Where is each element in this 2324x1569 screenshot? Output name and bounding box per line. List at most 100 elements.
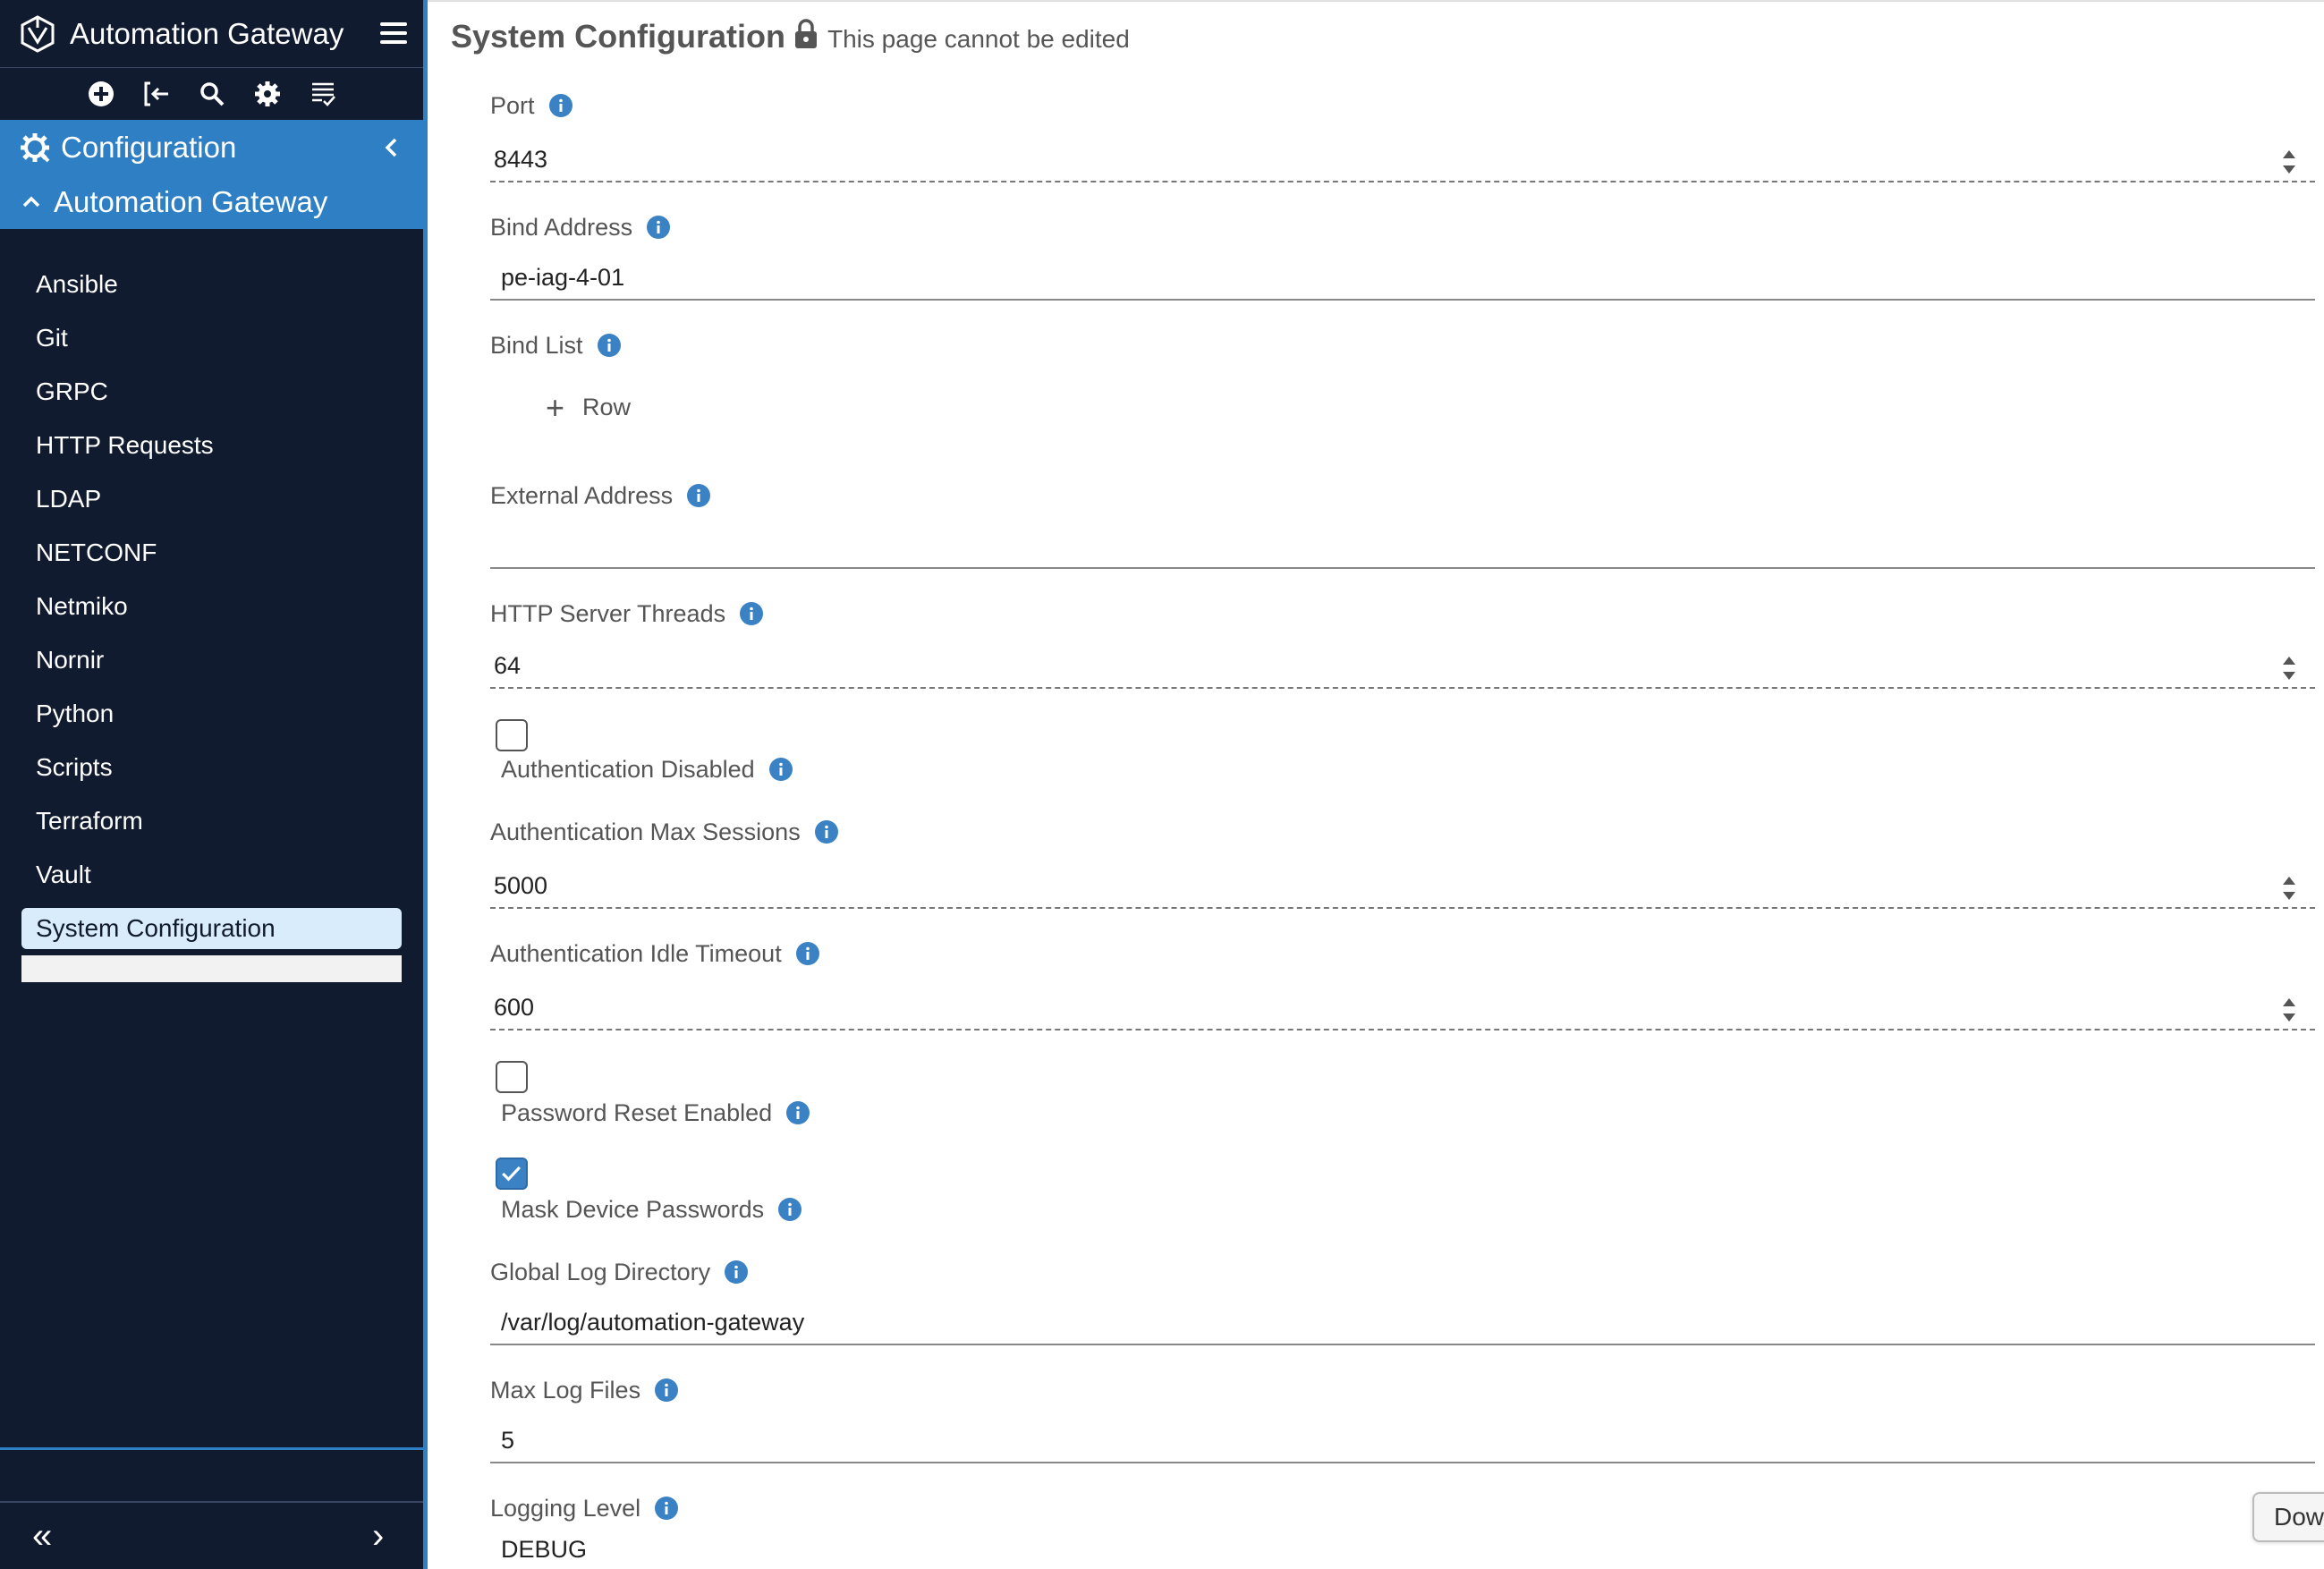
auth-disabled-label: Authentication Disabled bbox=[501, 755, 755, 783]
mask-passwords-row: Mask Device Passwords bbox=[501, 1192, 802, 1227]
lock-icon bbox=[795, 19, 817, 48]
info-icon[interactable] bbox=[548, 94, 573, 117]
auth-idle-timeout-input[interactable]: 600 bbox=[490, 986, 2315, 1030]
add-row-button[interactable]: + Row bbox=[546, 388, 632, 426]
auth-disabled-row: Authentication Disabled bbox=[501, 751, 793, 787]
stepper-icon[interactable] bbox=[2281, 655, 2297, 682]
info-icon[interactable] bbox=[655, 1378, 679, 1402]
port-input[interactable]: 8443 bbox=[490, 138, 2315, 182]
bind-address-label: Bind Address bbox=[490, 213, 633, 241]
download-button[interactable]: Dow bbox=[2252, 1492, 2324, 1542]
log-dir-value: /var/log/automation-gateway bbox=[501, 1308, 805, 1336]
add-row-label: Row bbox=[582, 394, 632, 420]
mask-passwords-label: Mask Device Passwords bbox=[501, 1195, 765, 1223]
http-threads-field: HTTP Server Threads 64 bbox=[490, 596, 2315, 689]
checkmark-icon bbox=[502, 1166, 522, 1182]
port-value: 8443 bbox=[494, 145, 548, 173]
auth-max-sessions-label: Authentication Max Sessions bbox=[490, 818, 801, 845]
stepper-icon[interactable] bbox=[2281, 997, 2297, 1023]
info-icon[interactable] bbox=[814, 820, 838, 844]
sidebar-item-ldap[interactable]: LDAP bbox=[0, 472, 423, 526]
bind-address-input[interactable]: pe-iag-4-01 bbox=[490, 256, 2315, 301]
app-title: Automation Gateway bbox=[70, 16, 344, 50]
external-address-label: External Address bbox=[490, 481, 674, 509]
bind-list-label: Bind List bbox=[490, 331, 583, 359]
info-icon[interactable] bbox=[725, 1260, 749, 1284]
external-address-input[interactable] bbox=[490, 524, 2315, 569]
sidebar-item-terraform[interactable]: Terraform bbox=[0, 794, 423, 848]
info-icon[interactable] bbox=[597, 334, 621, 357]
chevron-left-icon[interactable] bbox=[380, 136, 403, 159]
sidebar: Automation Gateway Configuration Automat… bbox=[0, 0, 428, 1569]
read-only-notice: This page cannot be edited bbox=[827, 25, 1130, 53]
sidebar-item-python[interactable]: Python bbox=[0, 687, 423, 741]
sidebar-item-grpc[interactable]: GRPC bbox=[0, 365, 423, 419]
auth-max-sessions-input[interactable]: 5000 bbox=[490, 864, 2315, 909]
info-icon[interactable] bbox=[778, 1198, 802, 1221]
log-dir-input[interactable]: /var/log/automation-gateway bbox=[490, 1301, 2315, 1345]
sidebar-item-scripts[interactable]: Scripts bbox=[0, 741, 423, 794]
bind-list-field: Bind List bbox=[490, 327, 2315, 363]
automation-gateway-group[interactable]: Automation Gateway bbox=[0, 175, 423, 229]
info-icon[interactable] bbox=[740, 602, 764, 625]
auth-disabled-checkbox[interactable] bbox=[496, 719, 528, 751]
max-log-files-label: Max Log Files bbox=[490, 1376, 641, 1404]
log-dir-label: Global Log Directory bbox=[490, 1258, 711, 1285]
external-address-field: External Address bbox=[490, 478, 2315, 569]
password-reset-checkbox[interactable] bbox=[496, 1061, 528, 1093]
sidebar-item-vault[interactable]: Vault bbox=[0, 848, 423, 902]
info-icon[interactable] bbox=[655, 1497, 679, 1520]
info-icon[interactable] bbox=[687, 484, 711, 507]
sidebar-item-git[interactable]: Git bbox=[0, 311, 423, 365]
mask-passwords-checkbox[interactable] bbox=[496, 1158, 528, 1190]
auth-idle-timeout-label: Authentication Idle Timeout bbox=[490, 939, 782, 967]
bind-address-value: pe-iag-4-01 bbox=[501, 263, 625, 291]
max-log-files-input[interactable]: 5 bbox=[490, 1419, 2315, 1463]
app-logo-icon bbox=[21, 14, 55, 53]
auth-max-sessions-value: 5000 bbox=[494, 871, 548, 899]
app-header: Automation Gateway bbox=[0, 0, 423, 68]
plus-icon: + bbox=[546, 388, 565, 426]
auth-idle-timeout-field: Authentication Idle Timeout 600 bbox=[490, 936, 2315, 1030]
sidebar-item-system-configuration[interactable]: System Configuration bbox=[21, 908, 402, 949]
logging-level-select[interactable]: DEBUG bbox=[490, 1530, 2315, 1569]
port-label: Port bbox=[490, 91, 535, 119]
max-log-files-field: Max Log Files 5 bbox=[490, 1372, 2315, 1463]
logging-level-label: Logging Level bbox=[490, 1494, 641, 1522]
info-icon[interactable] bbox=[795, 942, 819, 965]
chevron-up-icon bbox=[22, 196, 40, 208]
main-content: System Configuration This page cannot be… bbox=[428, 0, 2324, 1569]
http-threads-label: HTTP Server Threads bbox=[490, 599, 726, 627]
sidebar-item-ansible[interactable]: Ansible bbox=[0, 258, 423, 311]
max-log-files-value: 5 bbox=[501, 1426, 515, 1454]
sidebar-item-http-requests[interactable]: HTTP Requests bbox=[0, 419, 423, 472]
import-icon[interactable] bbox=[138, 75, 175, 113]
page-title: System Configuration bbox=[451, 18, 786, 55]
sidebar-item-nornir[interactable]: Nornir bbox=[0, 633, 423, 687]
password-reset-label: Password Reset Enabled bbox=[501, 1098, 773, 1126]
sidebar-item-netconf[interactable]: NETCONF bbox=[0, 526, 423, 580]
logging-level-field: Logging Level DEBUG bbox=[490, 1490, 2315, 1563]
gear-icon[interactable] bbox=[249, 75, 286, 113]
password-reset-row: Password Reset Enabled bbox=[501, 1095, 810, 1131]
info-icon[interactable] bbox=[768, 758, 793, 781]
search-icon[interactable] bbox=[193, 75, 231, 113]
add-icon[interactable] bbox=[82, 75, 120, 113]
sidebar-item-netmiko[interactable]: Netmiko bbox=[0, 580, 423, 633]
config-gear-icon bbox=[21, 133, 50, 163]
menu-icon[interactable] bbox=[380, 20, 407, 47]
collapse-sidebar-button[interactable]: « bbox=[32, 1518, 59, 1554]
http-threads-value: 64 bbox=[494, 651, 522, 679]
logging-level-value: DEBUG bbox=[501, 1535, 588, 1563]
log-dir-field: Global Log Directory /var/log/automation… bbox=[490, 1254, 2315, 1345]
stepper-icon[interactable] bbox=[2281, 148, 2297, 175]
stepper-icon[interactable] bbox=[2281, 875, 2297, 902]
info-icon[interactable] bbox=[647, 216, 671, 239]
expand-button[interactable]: › bbox=[372, 1518, 392, 1554]
list-check-icon[interactable] bbox=[304, 75, 342, 113]
port-field: Port 8443 bbox=[490, 88, 2315, 182]
info-icon[interactable] bbox=[786, 1101, 810, 1124]
http-threads-input[interactable]: 64 bbox=[490, 644, 2315, 689]
sidebar-blank-item bbox=[21, 955, 402, 982]
configuration-header[interactable]: Configuration bbox=[0, 120, 423, 175]
